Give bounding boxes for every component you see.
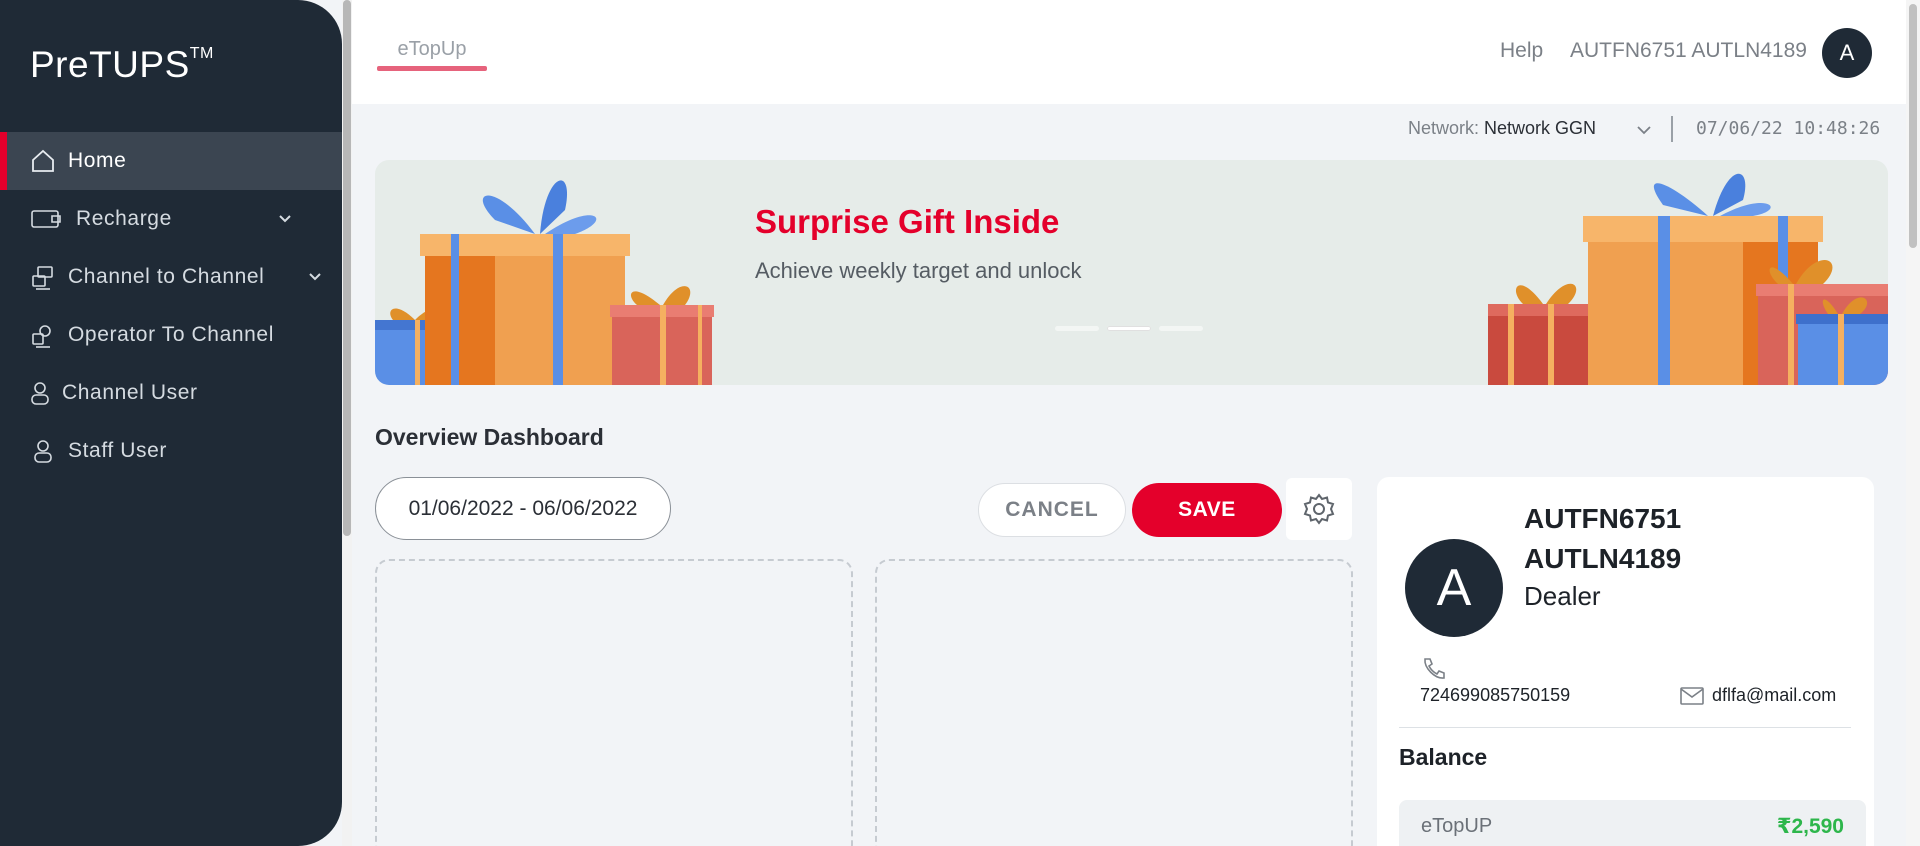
chevron-down-icon[interactable]: [276, 210, 294, 228]
gear-icon: [1303, 493, 1335, 525]
profile-phone: 724699085750159: [1420, 685, 1571, 705]
operator-channel-icon: [30, 322, 56, 348]
sidebar-item-label: Staff User: [68, 439, 167, 462]
sidebar-item-staff-user[interactable]: Staff User: [0, 422, 342, 480]
banner-title: Surprise Gift Inside: [755, 203, 1060, 240]
sidebar-item-label: Operator To Channel: [68, 323, 274, 346]
gift-illustration-right: [1488, 173, 1888, 385]
page-scrollbar[interactable]: [1906, 0, 1920, 846]
profile-email: dflfa@mail.com: [1712, 685, 1837, 705]
carousel-dot-active[interactable]: [1107, 326, 1151, 331]
sidebar: PreTUPSTM Home Recharge Channel to Chann…: [0, 0, 342, 846]
carousel-dot[interactable]: [1055, 326, 1099, 331]
help-link[interactable]: Help: [1500, 39, 1543, 63]
date-range-picker[interactable]: 01/06/2022 - 06/06/2022: [375, 477, 671, 540]
network-label: Network:: [1408, 118, 1480, 138]
save-button[interactable]: SAVE: [1132, 483, 1282, 537]
sidebar-item-channel-user[interactable]: Channel User: [0, 364, 342, 422]
profile-role: Dealer: [1524, 581, 1601, 611]
home-icon: [30, 148, 56, 174]
carousel-dot[interactable]: [1159, 326, 1203, 331]
avatar: A: [1405, 539, 1503, 637]
banner-subtitle: Achieve weekly target and unlock: [755, 258, 1082, 283]
sidebar-item-recharge[interactable]: Recharge: [0, 190, 342, 248]
top-header: eTopUp Help AUTFN6751 AUTLN4189 A: [352, 0, 1906, 104]
sidebar-item-home[interactable]: Home: [0, 132, 342, 190]
sidebar-nav: Home Recharge Channel to Channel Operato…: [0, 132, 342, 480]
widget-placeholder[interactable]: [375, 559, 853, 846]
user-icon: [30, 438, 56, 464]
sidebar-item-channel-to-channel[interactable]: Channel to Channel: [0, 248, 342, 306]
gift-illustration-left: [375, 180, 714, 385]
carousel-dots: [1055, 326, 1203, 331]
recharge-icon: [30, 206, 62, 232]
phone-icon: [1424, 658, 1445, 679]
settings-button[interactable]: [1286, 478, 1352, 540]
scrollbar-thumb[interactable]: [1909, 4, 1917, 248]
user-name[interactable]: AUTFN6751 AUTLN4189: [1570, 39, 1807, 63]
network-selector[interactable]: Network: Network GGN: [1408, 118, 1596, 139]
sidebar-item-label: Channel to Channel: [68, 265, 265, 288]
sidebar-item-label: Home: [68, 149, 127, 172]
profile-name: AUTFN6751 AUTLN4189: [1524, 503, 1682, 574]
app-logo[interactable]: PreTUPSTM: [30, 44, 214, 86]
sidebar-item-label: Channel User: [62, 381, 198, 404]
tab-etopup[interactable]: eTopUp: [377, 38, 487, 61]
channel-transfer-icon: [30, 264, 56, 290]
tab-active-indicator: [377, 66, 487, 71]
chevron-down-icon[interactable]: [1634, 120, 1654, 140]
sidebar-scrollbar[interactable]: [342, 0, 352, 846]
chevron-down-icon[interactable]: [306, 268, 324, 286]
widget-placeholder[interactable]: [875, 559, 1353, 846]
divider: [1671, 116, 1673, 142]
avatar[interactable]: A: [1822, 28, 1872, 78]
user-icon: [30, 380, 50, 406]
balance-title: Balance: [1399, 744, 1488, 770]
cancel-button[interactable]: CANCEL: [978, 483, 1126, 537]
promo-banner[interactable]: Surprise Gift Inside Achieve weekly targ…: [375, 160, 1888, 385]
network-value: Network GGN: [1484, 118, 1597, 138]
sidebar-item-label: Recharge: [76, 207, 172, 230]
balance-label: eTopUP: [1421, 815, 1493, 837]
divider: [1399, 727, 1851, 728]
sidebar-item-operator-to-channel[interactable]: Operator To Channel: [0, 306, 342, 364]
profile-card: A AUTFN6751 AUTLN4189 Dealer 72469908575…: [1377, 477, 1874, 846]
scrollbar-thumb[interactable]: [343, 0, 351, 536]
mail-icon: [1680, 687, 1704, 705]
balance-value: ₹2,590: [1776, 815, 1844, 838]
section-title: Overview Dashboard: [375, 424, 604, 450]
datetime: 07/06/22 10:48:26: [1696, 118, 1881, 139]
balance-row: eTopUP ₹2,590: [1399, 800, 1866, 846]
